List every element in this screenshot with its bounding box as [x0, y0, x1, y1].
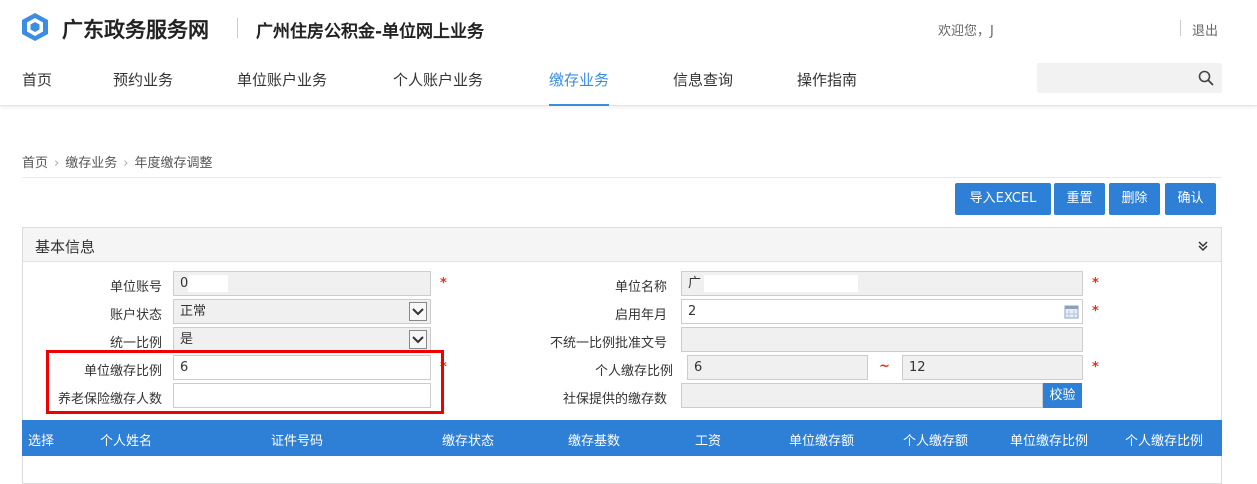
- col-personal-amount: 个人缴存额: [903, 434, 969, 449]
- breadcrumb-separator-icon: ›: [54, 156, 60, 171]
- col-personal-ratio: 个人缴存比例: [1125, 434, 1204, 449]
- unified-ratio-label: 统一比例: [109, 336, 162, 351]
- unit-name-label: 单位名称: [614, 280, 667, 295]
- account-status-label: 账户状态: [109, 308, 162, 323]
- panel-title: 基本信息: [35, 238, 96, 256]
- site-title: 广东政务服务网: [62, 18, 209, 42]
- main-nav: 首页 预约业务 单位账户业务 个人账户业务 缴存业务 信息查询 操作指南: [0, 56, 1257, 106]
- social-security-field[interactable]: [681, 383, 1043, 408]
- nav-guide[interactable]: 操作指南: [797, 69, 857, 106]
- breadcrumb-divider: [22, 177, 1222, 178]
- confirm-button[interactable]: 确认: [1165, 183, 1216, 215]
- personal-ratio-label: 个人缴存比例: [594, 364, 673, 379]
- chevron-down-icon[interactable]: [409, 330, 427, 349]
- nav-unit-account[interactable]: 单位账户业务: [237, 69, 327, 106]
- system-title: 广州住房公积金-单位网上业务: [256, 22, 485, 42]
- account-status-select[interactable]: 正常: [173, 299, 431, 324]
- unified-ratio-value: 是: [180, 332, 194, 347]
- highlight-box: [46, 350, 444, 414]
- personal-ratio-min-value: 6: [694, 360, 703, 375]
- nonunified-doc-field[interactable]: [681, 327, 1083, 352]
- col-deposit-base: 缴存基数: [568, 434, 621, 449]
- nonunified-doc-label: 不统一比例批准文号: [549, 336, 667, 351]
- import-excel-button[interactable]: 导入EXCEL: [955, 183, 1051, 215]
- breadcrumb-current: 年度缴存调整: [134, 156, 213, 171]
- title-divider: [237, 18, 238, 38]
- collapse-icon[interactable]: [1197, 240, 1209, 252]
- redaction-mask: [188, 275, 228, 292]
- breadcrumb-separator-icon: ›: [123, 156, 129, 171]
- reset-button[interactable]: 重置: [1054, 183, 1105, 215]
- logout-link[interactable]: 退出: [1192, 20, 1218, 39]
- col-unit-ratio: 单位缴存比例: [1010, 434, 1089, 449]
- account-status-value: 正常: [180, 304, 207, 319]
- unified-ratio-select[interactable]: 是: [173, 327, 431, 352]
- unit-account-label: 单位账号: [109, 280, 162, 295]
- delete-button[interactable]: 删除: [1109, 183, 1160, 215]
- top-header: 广东政务服务网 广州住房公积金-单位网上业务 欢迎您，J 退出: [0, 0, 1257, 56]
- breadcrumb-home[interactable]: 首页: [22, 156, 48, 171]
- social-security-label: 社保提供的缴存数: [562, 392, 667, 407]
- logout-divider: [1180, 20, 1181, 36]
- nav-appointment[interactable]: 预约业务: [113, 69, 173, 106]
- nav-deposit[interactable]: 缴存业务: [549, 69, 610, 106]
- start-month-field[interactable]: 2: [681, 299, 1083, 324]
- personal-ratio-min-field[interactable]: 6: [687, 355, 868, 380]
- col-select[interactable]: 选择: [28, 430, 54, 449]
- required-mark: *: [1092, 304, 1099, 319]
- col-unit-amount: 单位缴存额: [789, 434, 855, 449]
- panel-header: 基本信息: [23, 228, 1221, 262]
- unit-name-value: 广: [688, 276, 702, 291]
- col-salary: 工资: [695, 434, 722, 449]
- chevron-down-icon[interactable]: [409, 302, 427, 321]
- unit-name-field[interactable]: 广: [681, 271, 1083, 296]
- table-header: 选择 个人姓名 证件号码 缴存状态 缴存基数 工资 单位缴存额 个人缴存额 单位…: [22, 420, 1222, 456]
- search-icon[interactable]: [1198, 70, 1214, 86]
- breadcrumb: 首页 › 缴存业务 › 年度缴存调整: [22, 152, 212, 171]
- welcome-text: 欢迎您，J: [938, 24, 994, 39]
- logo-icon: [22, 13, 48, 41]
- redaction-mask: [704, 275, 858, 292]
- calendar-icon[interactable]: [1064, 304, 1079, 319]
- required-mark: *: [1092, 276, 1099, 291]
- unit-account-field[interactable]: 0: [173, 271, 431, 296]
- nav-home[interactable]: 首页: [22, 69, 52, 106]
- col-id-number: 证件号码: [271, 434, 324, 449]
- breadcrumb-deposit[interactable]: 缴存业务: [65, 156, 117, 171]
- nav-info-query[interactable]: 信息查询: [673, 69, 733, 106]
- col-name: 个人姓名: [100, 434, 153, 449]
- start-month-value: 2: [688, 304, 697, 319]
- required-mark: *: [1092, 360, 1099, 375]
- personal-ratio-max-value: 12: [909, 360, 926, 375]
- search-input[interactable]: [1037, 63, 1222, 93]
- nav-personal-account[interactable]: 个人账户业务: [393, 69, 483, 106]
- required-mark: *: [440, 276, 447, 291]
- personal-ratio-max-field[interactable]: 12: [902, 355, 1083, 380]
- start-month-label: 启用年月: [614, 308, 667, 323]
- col-deposit-status: 缴存状态: [442, 434, 495, 449]
- check-button[interactable]: 校验: [1043, 383, 1082, 408]
- range-separator: ~: [879, 359, 890, 374]
